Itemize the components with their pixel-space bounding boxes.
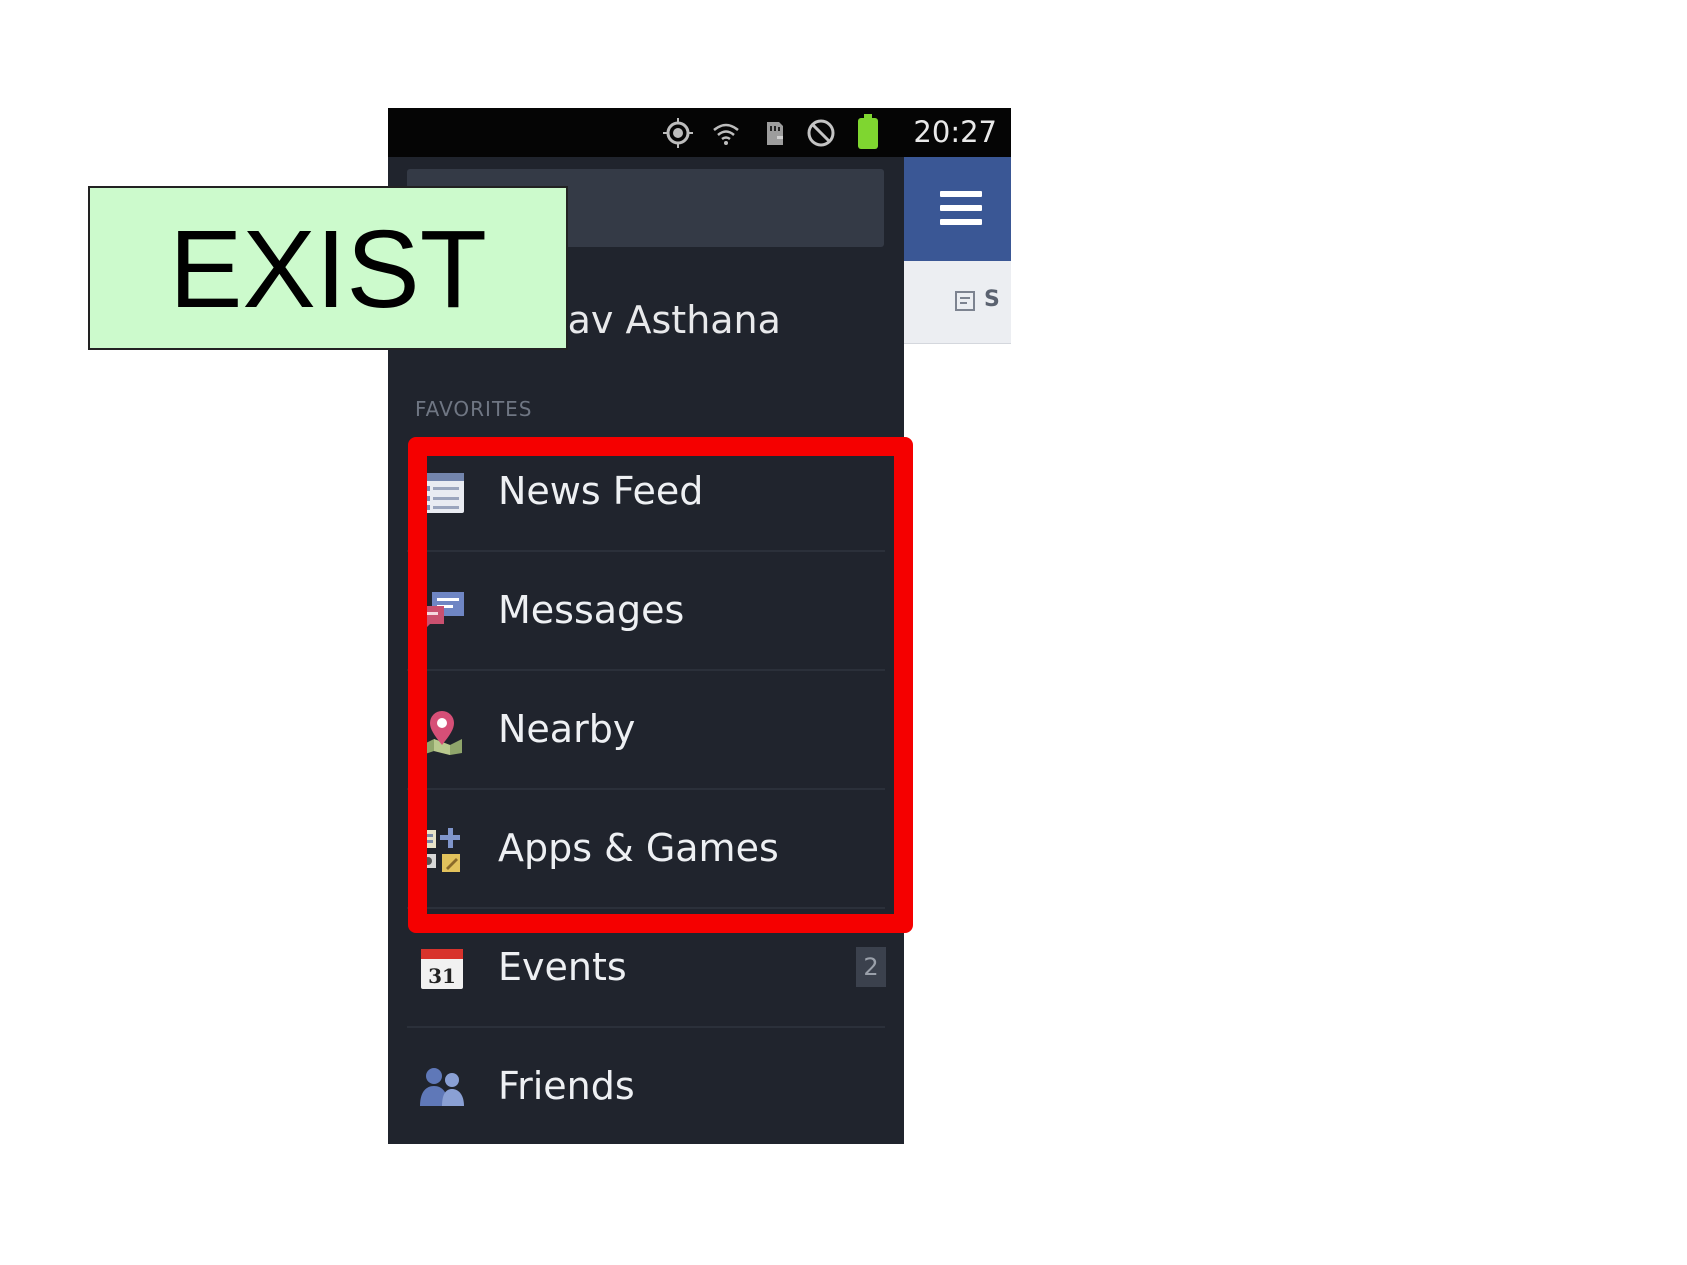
events-count-badge: 2 [856,947,886,987]
main-content-peek: S [904,157,1011,1144]
menu-item-friends[interactable]: Friends [388,1028,886,1144]
status-compose-label: S [984,287,1000,312]
sd-card-icon [767,122,783,145]
menu-item-label: Events [498,945,627,989]
status-compose-bar[interactable]: S [904,261,1011,344]
calendar-icon: 31 [421,949,463,989]
menu-item-label: Friends [498,1064,635,1108]
canvas: 20:27 inav Asthana FAVORITES News Feed M… [0,0,1687,1265]
no-sound-icon [807,119,835,147]
battery-icon [858,114,878,149]
status-compose-icon [955,291,975,311]
favorites-section-header: FAVORITES [415,397,533,421]
hamburger-menu-button[interactable] [940,191,982,227]
highlight-box [408,437,913,933]
wifi-icon [713,123,739,145]
exist-annotation-label: EXIST [88,186,568,350]
top-bar [904,157,1011,261]
status-bar: 20:27 [388,108,1011,157]
status-time: 20:27 [913,115,997,149]
calendar-day: 31 [428,964,456,988]
gps-icon [663,118,693,148]
profile-name[interactable]: inav Asthana [533,297,781,343]
friends-icon [420,1068,464,1106]
